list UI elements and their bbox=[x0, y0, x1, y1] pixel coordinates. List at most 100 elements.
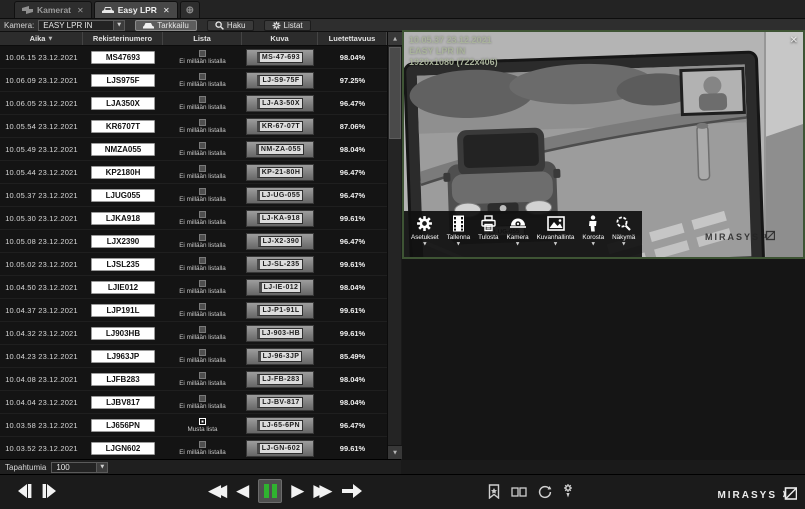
row-reg-input[interactable] bbox=[91, 304, 155, 317]
row-list-checkbox[interactable] bbox=[199, 188, 206, 195]
close-tab-icon[interactable]: ✕ bbox=[77, 6, 84, 15]
table-row[interactable]: 10.05.02 23.12.2021 Ei millään listalla … bbox=[0, 253, 387, 276]
fast-forward-button[interactable]: ▶▶ bbox=[313, 483, 332, 500]
row-list-checkbox[interactable] bbox=[199, 257, 206, 264]
video-tool-kuvanhallinta[interactable]: Kuvanhallinta ▼ bbox=[534, 214, 578, 247]
haku-button[interactable]: Haku bbox=[207, 20, 254, 31]
tarkkailu-button[interactable]: Tarkkailu bbox=[135, 20, 197, 31]
row-reg-input[interactable] bbox=[91, 74, 155, 87]
table-row[interactable]: 10.04.04 23.12.2021 Ei millään listalla … bbox=[0, 391, 387, 414]
row-list-checkbox[interactable] bbox=[199, 119, 206, 126]
row-list-checkbox[interactable] bbox=[199, 211, 206, 218]
row-reg-input[interactable] bbox=[91, 51, 155, 64]
step-backward-button[interactable] bbox=[14, 481, 34, 501]
video-tool-korosta[interactable]: Korosta ▼ bbox=[579, 214, 607, 247]
row-reg-input[interactable] bbox=[91, 166, 155, 179]
header-kuva[interactable]: Kuva bbox=[242, 32, 318, 45]
row-time: 10.05.08 23.12.2021 bbox=[5, 237, 78, 246]
tab-kamerat[interactable]: Kamerat ✕ bbox=[14, 1, 92, 18]
table-row[interactable]: 10.05.54 23.12.2021 Ei millään listalla … bbox=[0, 115, 387, 138]
row-reg-input[interactable] bbox=[91, 442, 155, 455]
header-luetettavuus[interactable]: Luetettavuus bbox=[318, 32, 387, 45]
row-list-checkbox[interactable] bbox=[199, 96, 206, 103]
row-reg-input[interactable] bbox=[91, 120, 155, 133]
person-icon bbox=[588, 214, 598, 233]
header-rekisterinumero[interactable]: Rekisterinumero bbox=[83, 32, 163, 45]
table-row[interactable]: 10.06.05 23.12.2021 Ei millään listalla … bbox=[0, 92, 387, 115]
row-reg-input[interactable] bbox=[91, 350, 155, 363]
scrollbar-down-button[interactable]: ▼ bbox=[388, 445, 402, 459]
events-count-select[interactable]: 100 ▼ bbox=[51, 462, 108, 473]
video-tool-tulosta[interactable]: Tulosta bbox=[475, 214, 501, 241]
table-row[interactable]: 10.04.50 23.12.2021 Ei millään listalla … bbox=[0, 276, 387, 299]
table-row[interactable]: 10.04.23 23.12.2021 Ei millään listalla … bbox=[0, 345, 387, 368]
table-row[interactable]: 10.05.49 23.12.2021 Ei millään listalla … bbox=[0, 138, 387, 161]
row-reg-input[interactable] bbox=[91, 327, 155, 340]
video-tool-nakyma[interactable]: Näkymä ▼ bbox=[609, 214, 638, 247]
row-list-checkbox[interactable] bbox=[199, 395, 206, 402]
row-time: 10.05.02 23.12.2021 bbox=[5, 260, 78, 269]
row-list-checkbox[interactable] bbox=[199, 349, 206, 356]
row-list-checkbox[interactable] bbox=[199, 142, 206, 149]
row-list-checkbox[interactable] bbox=[199, 165, 206, 172]
table-row[interactable]: 10.04.32 23.12.2021 Ei millään listalla … bbox=[0, 322, 387, 345]
scrollbar-thumb[interactable] bbox=[389, 47, 401, 139]
tab-easy-lpr[interactable]: Easy LPR ✕ bbox=[94, 1, 178, 18]
video-view[interactable]: LJ-UG-055 10.05.37 23.12.2021 EASY LPR I… bbox=[402, 30, 805, 259]
header-aika[interactable]: Aika▼ bbox=[0, 32, 83, 45]
table-row[interactable]: 10.04.08 23.12.2021 Ei millään listalla … bbox=[0, 368, 387, 391]
video-tool-asetukset[interactable]: Asetukset ▼ bbox=[408, 214, 442, 247]
table-row[interactable]: 10.04.37 23.12.2021 Ei millään listalla … bbox=[0, 299, 387, 322]
row-list-checkbox[interactable] bbox=[199, 73, 206, 80]
listat-button[interactable]: Listat bbox=[264, 20, 311, 31]
close-video-icon[interactable]: ✕ bbox=[790, 35, 798, 46]
camera-label: Kamera: bbox=[4, 21, 34, 30]
scrollbar-up-button[interactable]: ▲ bbox=[388, 32, 402, 46]
row-reg-input[interactable] bbox=[91, 281, 155, 294]
table-scrollbar[interactable]: ▲ ▼ bbox=[387, 32, 401, 459]
row-reg-input[interactable] bbox=[91, 419, 155, 432]
new-tab-button[interactable]: ⊕ bbox=[180, 1, 200, 18]
row-list-checkbox[interactable] bbox=[199, 418, 206, 425]
table-row[interactable]: 10.03.58 23.12.2021 Musta lista LJ-65-6P… bbox=[0, 414, 387, 437]
video-tool-tallenna[interactable]: Tallenna ▼ bbox=[444, 214, 473, 247]
step-forward-button[interactable] bbox=[40, 481, 60, 501]
frames-icon[interactable] bbox=[511, 486, 527, 498]
table-row[interactable]: 10.06.15 23.12.2021 Ei millään listalla … bbox=[0, 46, 387, 69]
jump-to-end-button[interactable] bbox=[341, 483, 363, 499]
rewind-button[interactable]: ◀◀ bbox=[208, 483, 227, 500]
row-reg-input[interactable] bbox=[91, 212, 155, 225]
row-reg-input[interactable] bbox=[91, 143, 155, 156]
play-button[interactable]: ▶ bbox=[291, 483, 304, 500]
pause-button[interactable] bbox=[258, 479, 282, 503]
video-tool-kamera[interactable]: Kamera ▼ bbox=[504, 214, 532, 247]
row-list-label: Ei millään listalla bbox=[179, 265, 226, 272]
header-lista[interactable]: Lista bbox=[163, 32, 242, 45]
camera-select[interactable]: EASY LPR IN ▼ bbox=[38, 20, 125, 31]
row-reg-input[interactable] bbox=[91, 258, 155, 271]
row-list-checkbox[interactable] bbox=[199, 234, 206, 241]
close-tab-icon[interactable]: ✕ bbox=[163, 6, 170, 15]
row-reg-input[interactable] bbox=[91, 97, 155, 110]
clock-icon[interactable] bbox=[538, 485, 552, 499]
table-row[interactable]: 10.05.08 23.12.2021 Ei millään listalla … bbox=[0, 230, 387, 253]
osd-camera-name: EASY LPR IN bbox=[409, 46, 498, 57]
table-row[interactable]: 10.05.30 23.12.2021 Ei millään listalla … bbox=[0, 207, 387, 230]
previous-frame-button[interactable]: ◀ bbox=[236, 483, 249, 500]
row-reg-input[interactable] bbox=[91, 189, 155, 202]
row-list-checkbox[interactable] bbox=[199, 441, 206, 448]
row-reg-input[interactable] bbox=[91, 373, 155, 386]
row-reg-input[interactable] bbox=[91, 396, 155, 409]
table-row[interactable]: 10.06.09 23.12.2021 Ei millään listalla … bbox=[0, 69, 387, 92]
row-list-checkbox[interactable] bbox=[199, 50, 206, 57]
row-list-checkbox[interactable] bbox=[199, 372, 206, 379]
bookmark-icon[interactable] bbox=[488, 484, 500, 499]
row-reg-input[interactable] bbox=[91, 235, 155, 248]
row-list-checkbox[interactable] bbox=[199, 303, 206, 310]
row-list-checkbox[interactable] bbox=[199, 326, 206, 333]
row-list-checkbox[interactable] bbox=[199, 280, 206, 287]
table-row[interactable]: 10.03.52 23.12.2021 Ei millään listalla … bbox=[0, 437, 387, 459]
table-row[interactable]: 10.05.37 23.12.2021 Ei millään listalla … bbox=[0, 184, 387, 207]
table-row[interactable]: 10.05.44 23.12.2021 Ei millään listalla … bbox=[0, 161, 387, 184]
pin-gear-icon[interactable] bbox=[563, 484, 573, 499]
